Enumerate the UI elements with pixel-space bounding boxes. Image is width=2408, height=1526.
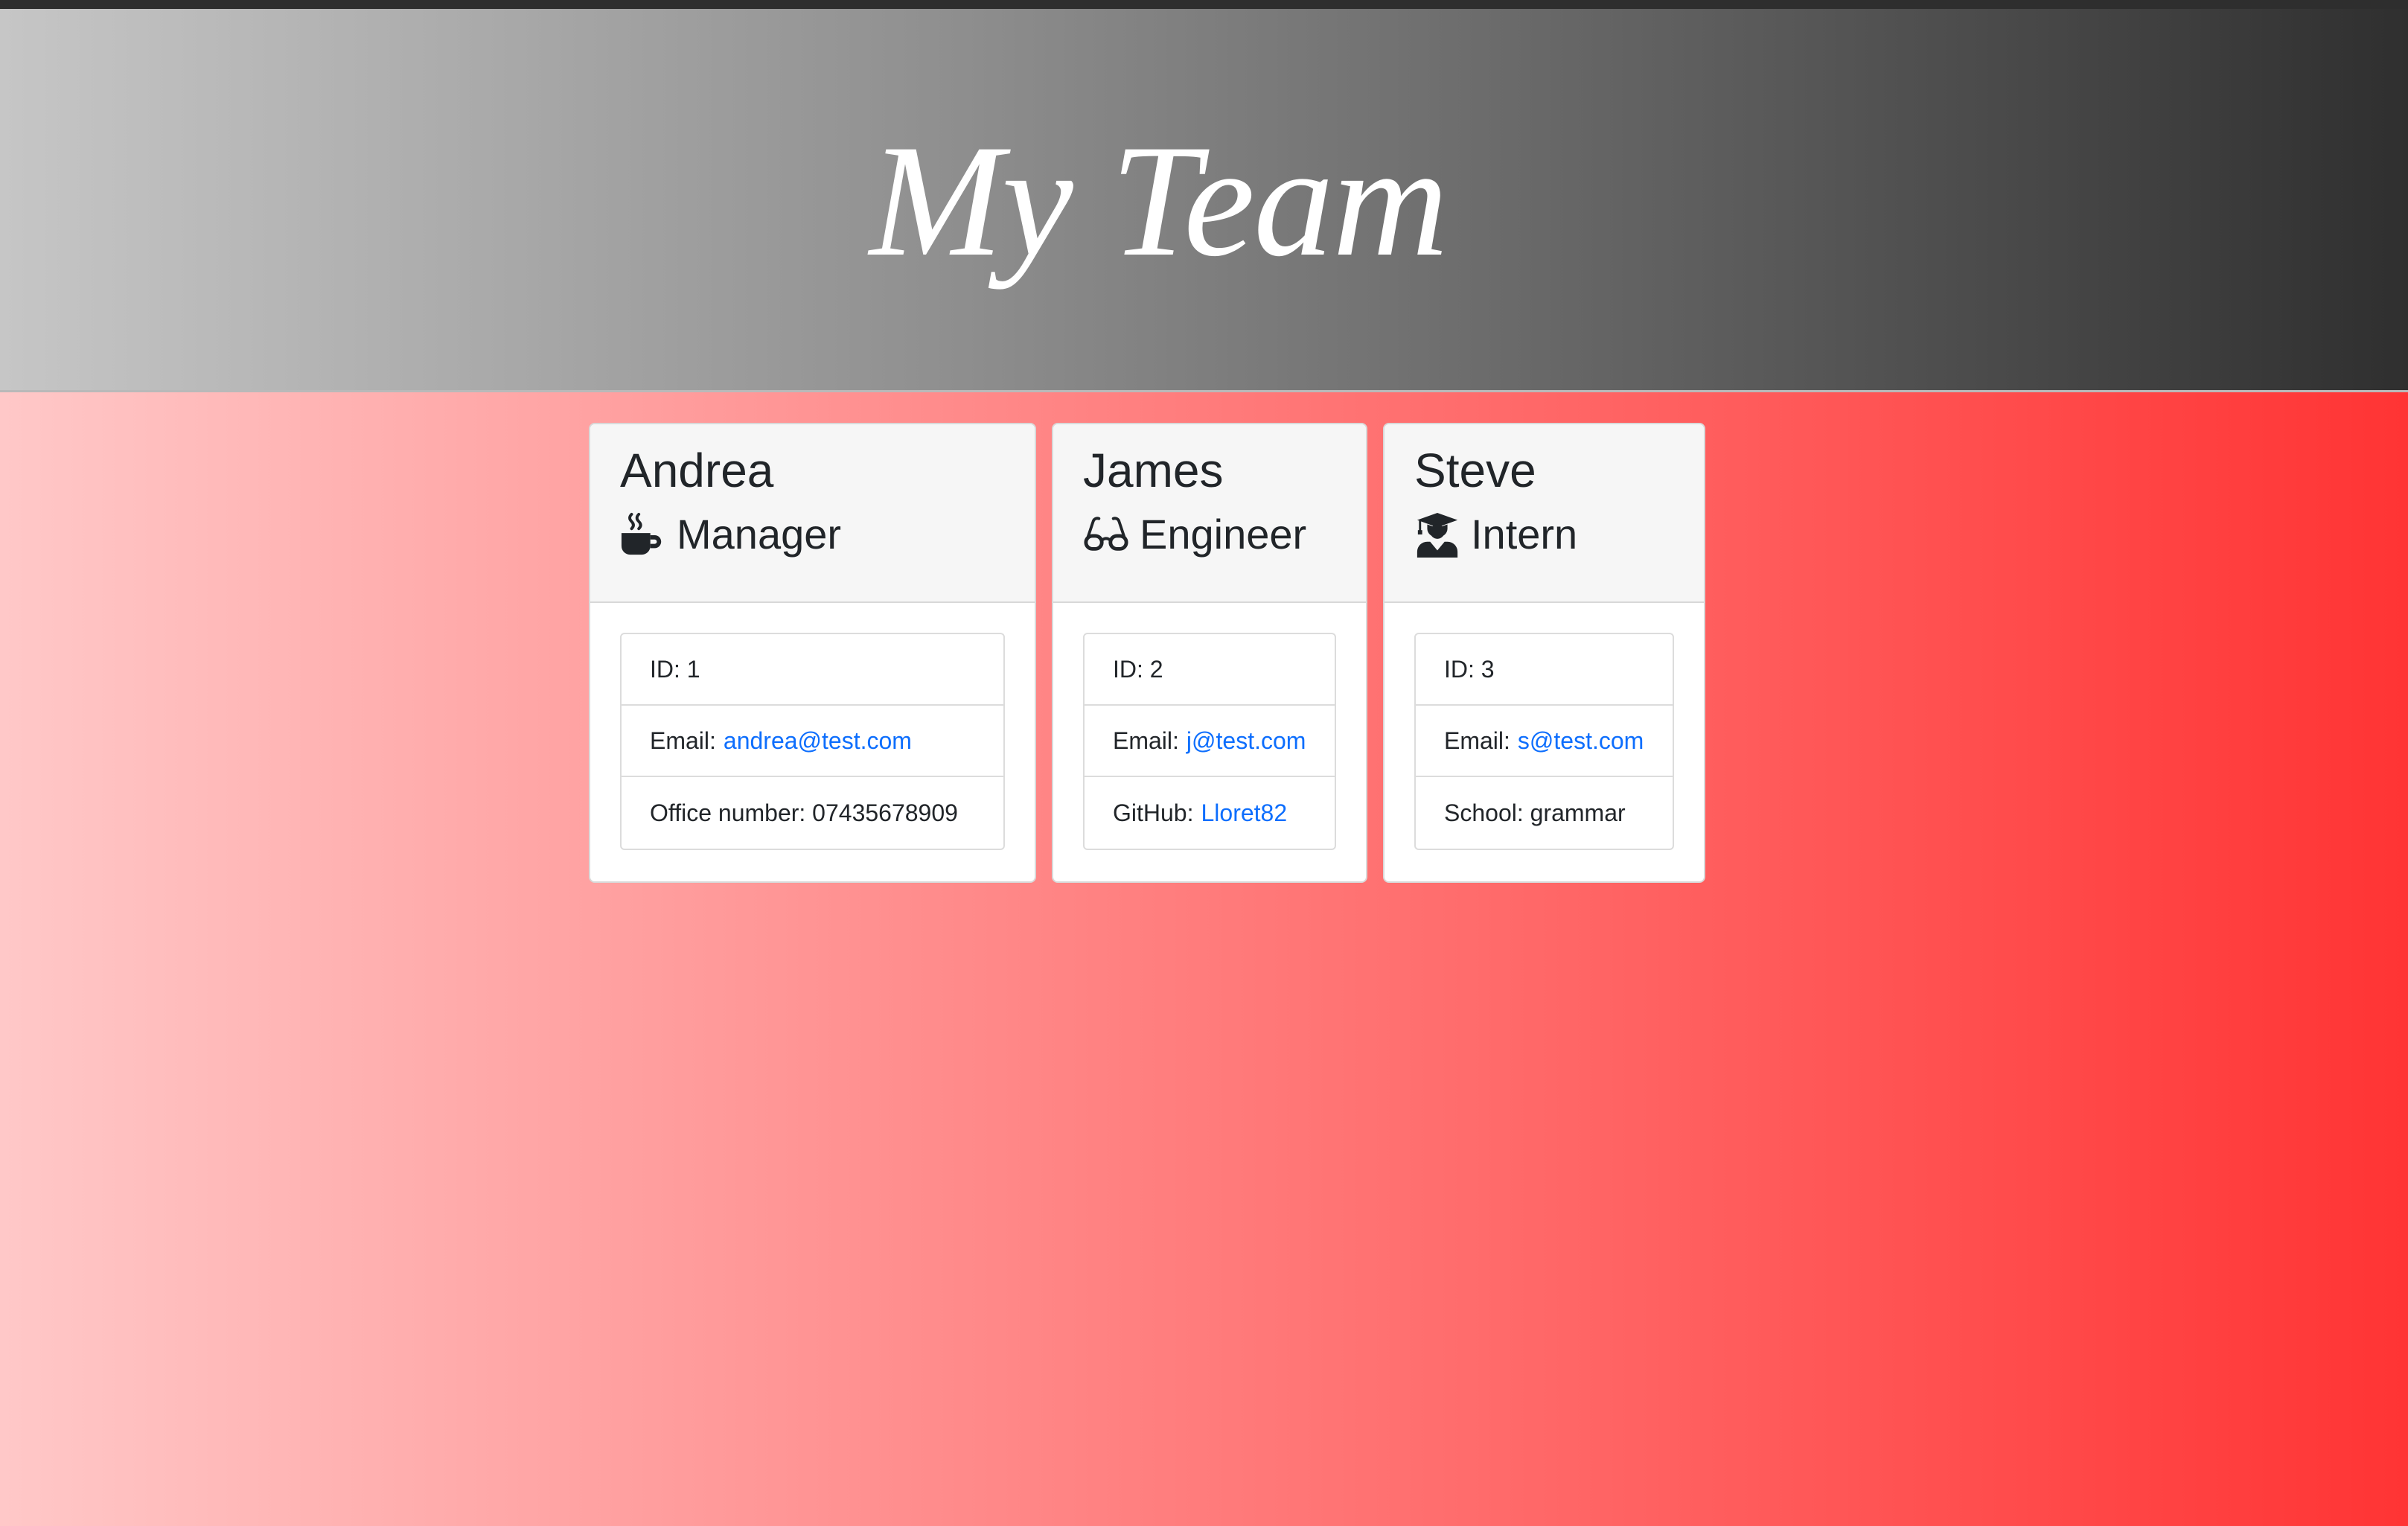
employee-role: Intern [1414, 511, 1674, 558]
mug-hot-icon [620, 511, 666, 558]
email-link[interactable]: andrea@test.com [724, 727, 912, 755]
info-list: ID: 2 Email: j@test.com GitHub: Lloret82 [1083, 633, 1336, 850]
email-link[interactable]: s@test.com [1518, 727, 1644, 755]
school-item: School: grammar [1416, 777, 1673, 849]
email-prefix: Email: [1113, 727, 1179, 754]
employee-card-intern: Steve Intern ID: 3 Email: s@test.com Sch… [1383, 423, 1705, 883]
employee-role-label: Manager [677, 510, 842, 558]
employee-name: Steve [1414, 444, 1536, 497]
browser-top-edge [0, 0, 2408, 9]
info-list: ID: 3 Email: s@test.com School: grammar [1414, 633, 1674, 850]
employee-role: Engineer [1083, 511, 1336, 558]
email-item: Email: j@test.com [1085, 706, 1335, 777]
card-header: James Engineer [1053, 424, 1366, 603]
card-body: ID: 3 Email: s@test.com School: grammar [1385, 603, 1704, 850]
email-item: Email: andrea@test.com [622, 706, 1003, 777]
employee-role-label: Engineer [1140, 510, 1307, 558]
glasses-icon [1083, 511, 1129, 558]
office-number-item: Office number: 07435678909 [622, 777, 1003, 849]
id-text: ID: 2 [1113, 655, 1163, 683]
page-title: My Team [869, 112, 1449, 290]
id-text: ID: 3 [1444, 655, 1495, 683]
employee-role-label: Intern [1471, 510, 1578, 558]
github-item: GitHub: Lloret82 [1085, 777, 1335, 849]
id-text: ID: 1 [650, 655, 700, 683]
card-body: ID: 2 Email: j@test.com GitHub: Lloret82 [1053, 603, 1366, 850]
github-link[interactable]: Lloret82 [1201, 799, 1287, 827]
page-header: My Team [0, 9, 2408, 392]
employee-card-manager: Andrea Manager ID: 1 Email: andrea@test.… [589, 423, 1036, 883]
employee-name: Andrea [620, 444, 774, 497]
employee-role: Manager [620, 511, 1005, 558]
office-number-text: Office number: 07435678909 [650, 799, 958, 826]
card-header: Andrea Manager [590, 424, 1035, 603]
github-prefix: GitHub: [1113, 799, 1194, 826]
id-item: ID: 3 [1416, 634, 1673, 706]
email-prefix: Email: [650, 727, 716, 754]
email-item: Email: s@test.com [1416, 706, 1673, 777]
card-body: ID: 1 Email: andrea@test.com Office numb… [590, 603, 1035, 850]
info-list: ID: 1 Email: andrea@test.com Office numb… [620, 633, 1005, 850]
employee-card-engineer: James Engineer ID: 2 Email: j@test.com G… [1052, 423, 1367, 883]
email-link[interactable]: j@test.com [1187, 727, 1306, 755]
id-item: ID: 1 [622, 634, 1003, 706]
employee-name: James [1083, 444, 1224, 497]
card-header: Steve Intern [1385, 424, 1704, 603]
id-item: ID: 2 [1085, 634, 1335, 706]
school-text: School: grammar [1444, 799, 1626, 826]
email-prefix: Email: [1444, 727, 1510, 754]
user-graduate-icon [1414, 511, 1460, 558]
